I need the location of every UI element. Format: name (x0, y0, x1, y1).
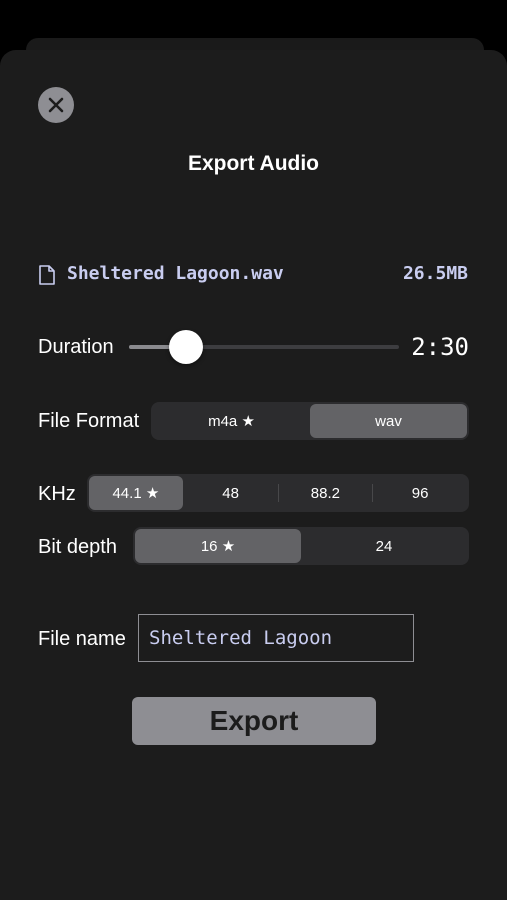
close-icon (48, 97, 64, 113)
duration-value: 2:30 (411, 333, 469, 361)
duration-slider-thumb[interactable] (168, 330, 203, 364)
file-name-text: Sheltered Lagoon.wav (67, 263, 284, 284)
khz-option-48[interactable]: 48 (184, 476, 278, 510)
khz-option-88-2[interactable]: 88.2 (279, 476, 373, 510)
khz-label: KHz (38, 483, 76, 505)
bit-depth-segmented-control[interactable]: 16 ★ 24 (133, 527, 469, 565)
khz-option-44-1[interactable]: 44.1 ★ (89, 476, 183, 510)
khz-option-96[interactable]: 96 (373, 476, 467, 510)
file-name-input[interactable]: Sheltered Lagoon (138, 614, 414, 662)
format-option-m4a[interactable]: m4a ★ (153, 404, 310, 438)
page-title: Export Audio (187, 152, 320, 175)
bit-depth-option-16[interactable]: 16 ★ (135, 529, 301, 563)
close-button[interactable] (38, 87, 74, 123)
export-button[interactable]: Export (132, 697, 376, 745)
file-size-text: 26.5MB (402, 263, 468, 284)
document-icon (39, 265, 55, 285)
bit-depth-option-24[interactable]: 24 (301, 529, 467, 563)
file-info-row: Sheltered Lagoon.wav 26.5MB (38, 263, 468, 287)
khz-segmented-control[interactable]: 44.1 ★ 48 88.2 96 (87, 474, 469, 512)
duration-label: Duration (38, 336, 114, 358)
file-format-label: File Format (38, 410, 140, 432)
file-format-segmented-control[interactable]: m4a ★ wav (151, 402, 469, 440)
file-name-label: File name (38, 628, 126, 650)
bit-depth-label: Bit depth (38, 536, 117, 558)
format-option-wav[interactable]: wav (310, 404, 467, 438)
